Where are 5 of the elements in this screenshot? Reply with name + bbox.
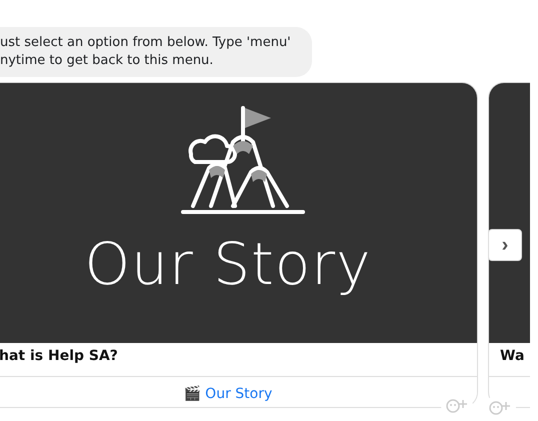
next-button[interactable]: ›: [488, 229, 522, 261]
message-text: nytime to get back to this menu.: [0, 52, 214, 70]
card-title: Wa: [489, 343, 530, 377]
image-title: Our Story: [84, 229, 372, 299]
message-text: ust select an option from below. Type 'menu': [0, 34, 292, 52]
